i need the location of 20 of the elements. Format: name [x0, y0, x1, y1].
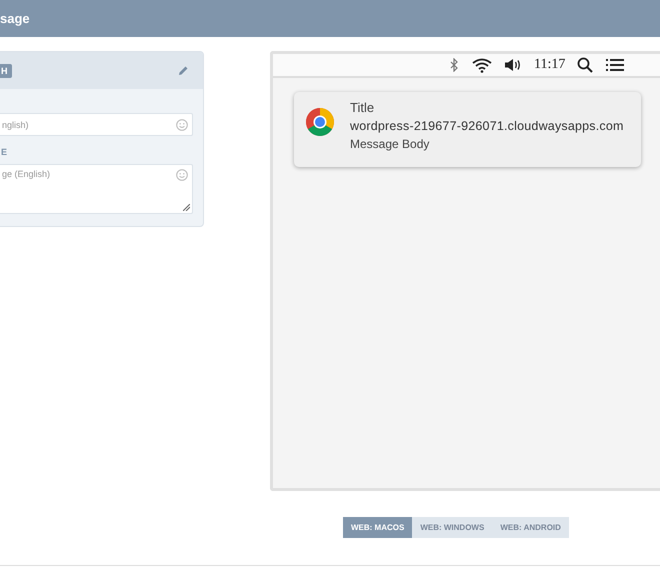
field-label: E — [1, 146, 8, 159]
notification-title: Title — [350, 99, 376, 117]
wifi-icon — [472, 58, 492, 72]
smiley-icon[interactable] — [176, 118, 188, 130]
list-icon — [605, 58, 626, 72]
notification-body: Message Body — [350, 136, 430, 153]
language-badge: H — [0, 64, 12, 78]
page-title: sage — [0, 11, 30, 26]
notification-site: wordpress-219677-926071.cloudwaysapps.com — [350, 118, 624, 135]
resize-grip-icon[interactable] — [183, 204, 190, 211]
platform-tab[interactable]: WEB: MACOS — [343, 517, 412, 538]
message-field[interactable]: nglish) — [0, 113, 193, 136]
message-field[interactable]: ge (English) — [0, 164, 193, 214]
browser-logo-icon — [305, 107, 335, 137]
smiley-icon[interactable] — [176, 169, 188, 181]
clock-time: 11:17 — [534, 57, 566, 73]
speaker-icon — [504, 58, 522, 72]
bluetooth-icon — [448, 58, 460, 72]
pencil-icon[interactable] — [178, 65, 189, 76]
search-icon — [577, 57, 594, 73]
